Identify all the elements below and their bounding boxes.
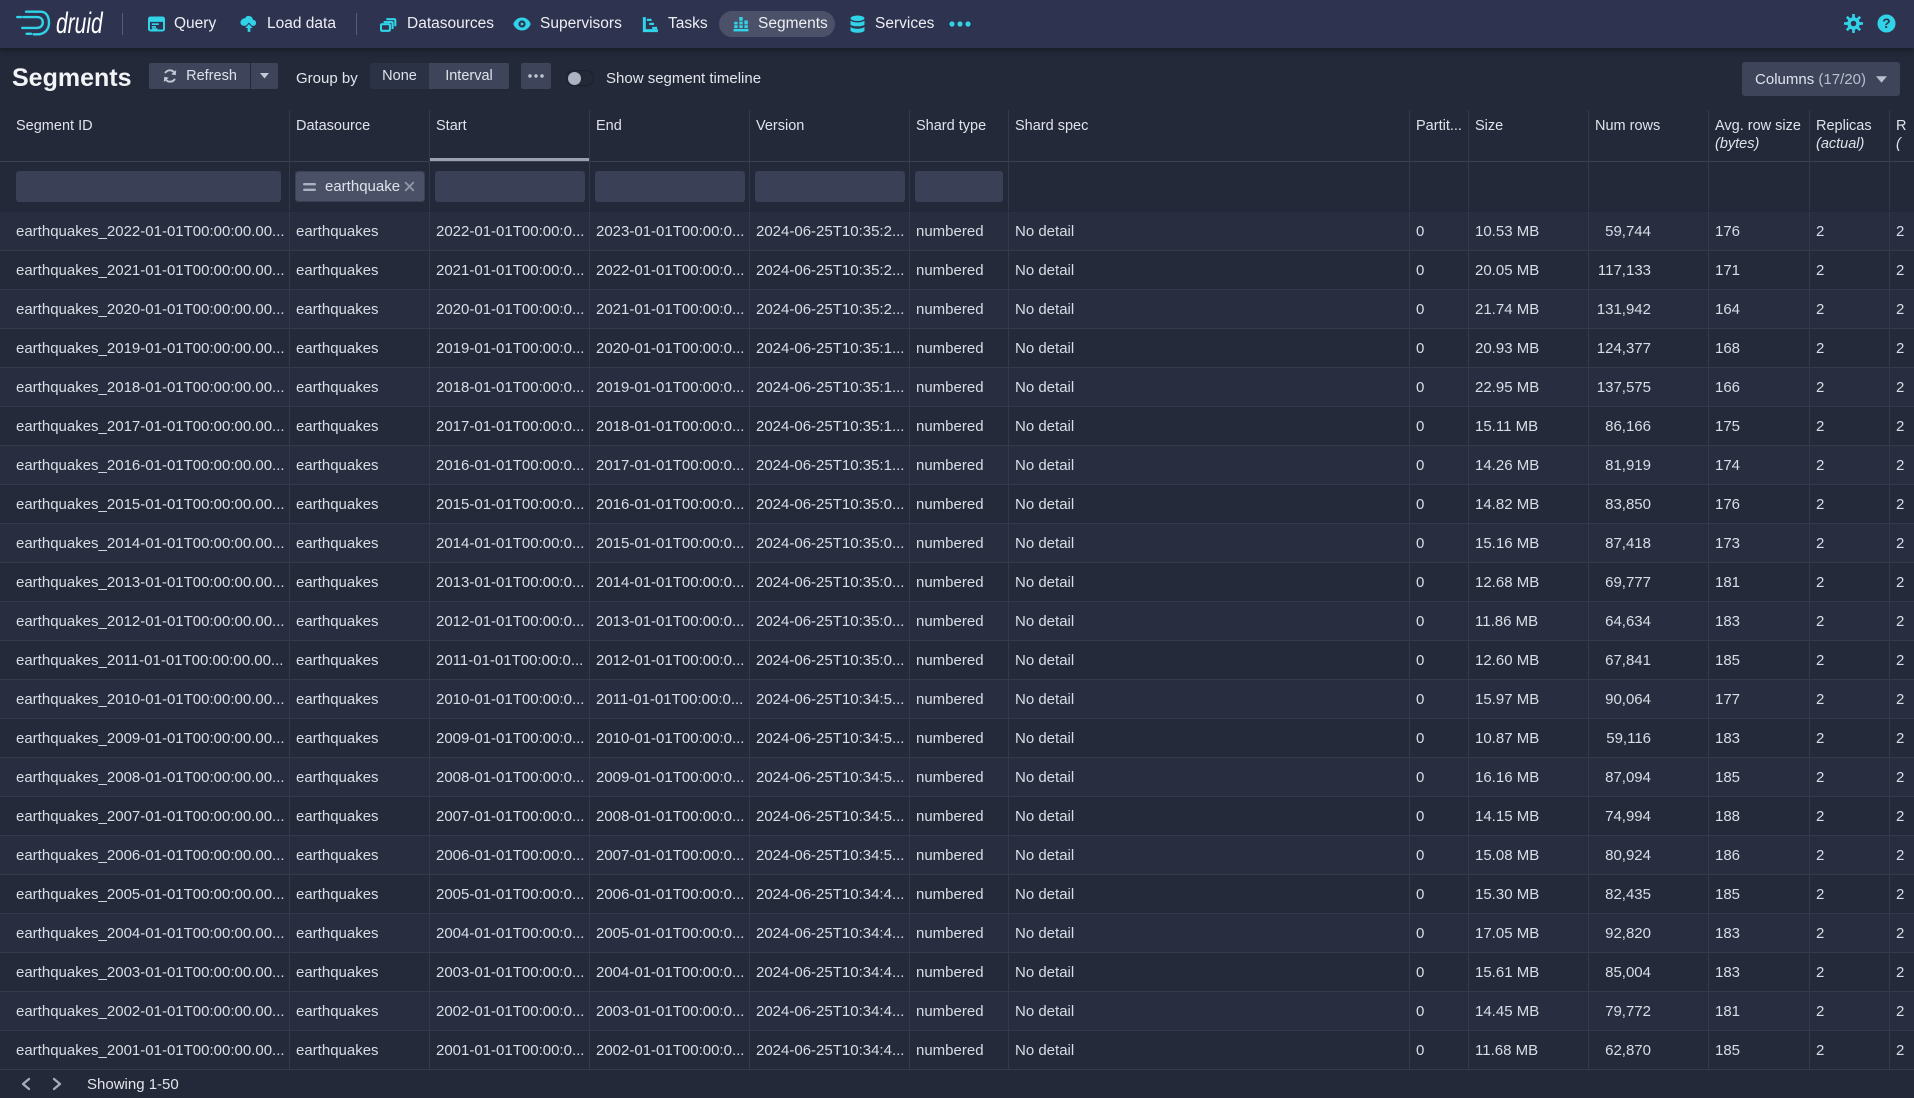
svg-text:?: ? — [1882, 16, 1890, 31]
